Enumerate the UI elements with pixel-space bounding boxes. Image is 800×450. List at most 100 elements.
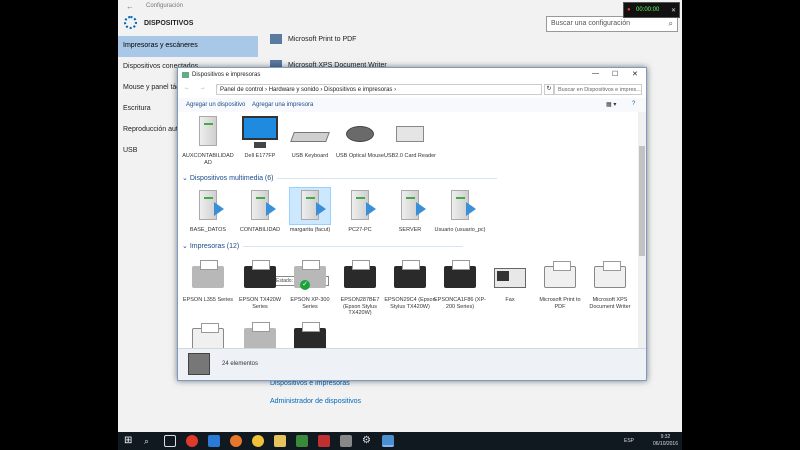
multimedia-header-label: Dispositivos multimedia (6) <box>189 175 274 182</box>
printers-group-header[interactable]: ⌄ Impresoras (12) <box>182 242 464 250</box>
media-device-item[interactable]: SERVER <box>384 188 436 234</box>
media-server-icon <box>340 188 380 224</box>
app-icon[interactable] <box>318 435 330 447</box>
taskbar: ⊞ ⌕ ⚙ ESP 9:32 06/10/2016 <box>118 432 682 450</box>
media-server-icon <box>440 188 480 224</box>
printer-row[interactable]: Microsoft Print to PDF <box>270 34 470 48</box>
calculator-icon[interactable] <box>340 435 352 447</box>
address-row: ← → ↑ Panel de control › Hardware y soni… <box>178 82 646 96</box>
printer-item[interactable]: Microsoft Print to PDF <box>534 258 586 310</box>
printer-label: EPSON287BE7 (Epson Stylus TX420W) <box>340 297 380 316</box>
device-label: USB2.0 Card Reader <box>384 153 436 159</box>
printer-item[interactable]: Microsoft XPS Document Writer <box>584 258 636 310</box>
monitor-icon <box>240 114 280 150</box>
address-bar[interactable]: Panel de control › Hardware y sonido › D… <box>216 84 542 95</box>
keyboard-icon <box>290 114 330 150</box>
devices-content: AUXCONTABILIDAD AD Dell E177FP USB Keybo… <box>178 112 646 348</box>
devices-printers-link[interactable]: Dispositivos e impresoras <box>270 380 350 387</box>
media-server-icon <box>188 188 228 224</box>
clock-date: 06/10/2016 <box>652 441 678 447</box>
search-icon[interactable]: ⌕ <box>144 435 156 447</box>
printer-label: Microsoft XPS Document Writer <box>589 297 631 310</box>
recorder-time: 00:00:00 <box>636 7 660 13</box>
edge-icon[interactable] <box>208 435 220 447</box>
file-explorer-icon[interactable] <box>274 435 286 447</box>
devices-window-taskbar-icon[interactable] <box>382 435 394 447</box>
record-dot-icon: ● <box>627 7 631 13</box>
device-label: AUXCONTABILIDAD AD <box>182 153 234 166</box>
fax-icon <box>490 258 530 294</box>
media-device-item[interactable]: BASE_DATOS <box>182 188 234 234</box>
settings-search-input[interactable]: Buscar una configuración ⌕ <box>546 16 678 32</box>
store-icon[interactable] <box>296 435 308 447</box>
help-icon[interactable]: ? <box>632 101 635 107</box>
printer-label: EPSON TX420W Series <box>238 297 282 310</box>
devices-status-icon <box>188 353 210 375</box>
device-label: Dell E177FP <box>244 153 276 159</box>
printer-icon <box>540 258 580 294</box>
device-label: USB Keyboard <box>291 153 329 159</box>
device-item[interactable]: USB Keyboard <box>284 114 336 160</box>
card-reader-icon <box>390 114 430 150</box>
opera-icon[interactable] <box>186 435 198 447</box>
printer-label: EPSONCA1F86 (XP-200 Series) <box>434 297 486 310</box>
clock-time: 9:32 <box>660 434 671 440</box>
printer-item[interactable]: Fax <box>484 258 536 304</box>
window-title: Dispositivos e impresoras <box>192 72 261 78</box>
device-label: CONTABILIDAD <box>239 227 281 233</box>
device-label: PC27-PC <box>348 227 372 233</box>
multimedia-group-header[interactable]: ⌄ Dispositivos multimedia (6) <box>182 174 498 182</box>
device-item[interactable]: USB2.0 Card Reader <box>384 114 436 160</box>
maximize-icon[interactable]: ☐ <box>612 70 618 78</box>
printer-icon <box>440 258 480 294</box>
printer-item[interactable]: EPSON L355 Series <box>182 258 234 304</box>
refresh-icon[interactable]: ↻ <box>544 84 554 95</box>
device-item[interactable]: Dell E177FP <box>234 114 286 160</box>
chevron-down-icon: ⌄ <box>182 175 188 182</box>
media-device-item[interactable]: Usuario (usuario_pc) <box>434 188 486 234</box>
chrome-icon[interactable] <box>252 435 264 447</box>
scrollbar-thumb[interactable] <box>639 146 645 256</box>
media-device-item[interactable]: PC27-PC <box>334 188 386 234</box>
vertical-scrollbar[interactable] <box>638 112 646 348</box>
printer-icon <box>270 34 282 44</box>
search-icon[interactable]: ⌕ <box>669 19 673 29</box>
printer-item[interactable]: EPSON29C4 (Epson Stylus TX420W) <box>384 258 436 310</box>
media-device-item[interactable]: margarita (facut) <box>284 187 336 234</box>
add-device-button[interactable]: Agregar un dispositivo <box>186 102 245 108</box>
printer-item[interactable]: EPSON TX420W Series <box>234 258 286 310</box>
sidebar-item-printers[interactable]: Impresoras y escáneres <box>118 36 258 57</box>
printer-icon: ✓ <box>290 258 330 294</box>
device-label: SERVER <box>398 227 422 233</box>
printer-item[interactable]: EPSONCA1F86 (XP-200 Series) <box>434 258 486 310</box>
task-view-icon[interactable] <box>164 435 176 447</box>
firefox-icon[interactable] <box>230 435 242 447</box>
printer-item[interactable] <box>234 320 286 348</box>
device-label: margarita (facut) <box>289 227 331 233</box>
back-arrow-icon[interactable]: ← <box>126 2 134 11</box>
printer-item[interactable] <box>182 320 234 348</box>
device-manager-link[interactable]: Administrador de dispositivos <box>270 398 361 405</box>
printer-item[interactable] <box>284 320 336 348</box>
clock[interactable]: 9:32 06/10/2016 <box>653 434 678 448</box>
printer-icon <box>590 258 630 294</box>
start-windows-icon[interactable]: ⊞ <box>124 435 136 447</box>
language-indicator[interactable]: ESP <box>624 438 634 444</box>
add-printer-button[interactable]: Agregar una impresora <box>252 102 313 108</box>
printer-item[interactable]: ✓ EPSON XP-300 Series <box>284 258 336 310</box>
computer-tower-icon <box>188 114 228 150</box>
media-device-item[interactable]: CONTABILIDAD <box>234 188 286 234</box>
close-icon[interactable]: ✕ <box>632 70 638 78</box>
screen-recorder-widget[interactable]: ● 00:00:00 ✕ <box>623 2 680 18</box>
devices-search-input[interactable]: Buscar en Dispositivos e impres... <box>554 84 642 95</box>
device-item[interactable]: AUXCONTABILIDAD AD <box>182 114 234 166</box>
search-placeholder: Buscar una configuración <box>551 20 630 27</box>
minimize-icon[interactable]: — <box>592 70 599 77</box>
view-options-icon[interactable]: ▦ ▾ <box>606 101 616 108</box>
printer-item[interactable]: EPSON287BE7 (Epson Stylus TX420W) <box>334 258 386 317</box>
page-title: DISPOSITIVOS <box>144 20 194 27</box>
close-icon[interactable]: ✕ <box>671 7 676 14</box>
printer-label: EPSON L355 Series <box>182 297 234 303</box>
device-item[interactable]: USB Optical Mouse <box>334 114 386 160</box>
gear-icon[interactable]: ⚙ <box>362 435 374 447</box>
